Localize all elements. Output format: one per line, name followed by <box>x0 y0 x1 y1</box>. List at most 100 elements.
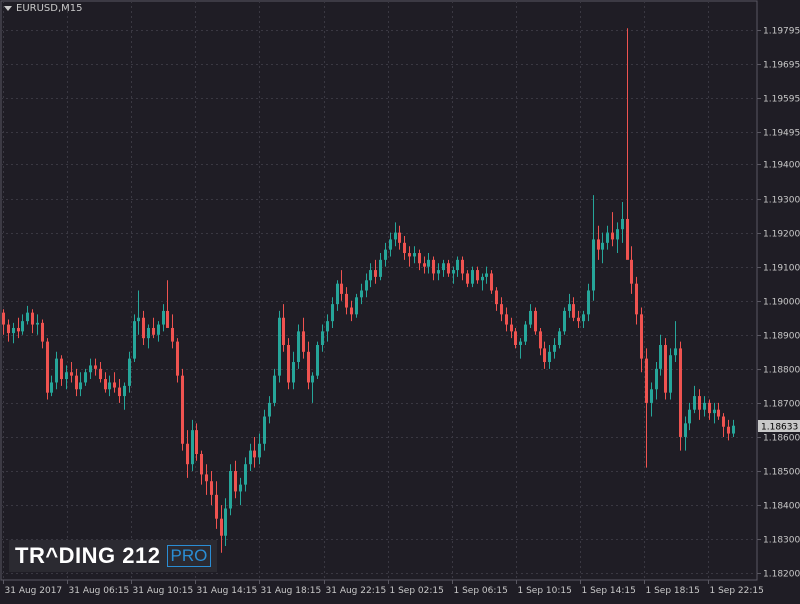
x-tick-label: 1 Sep 02:15 <box>390 586 444 596</box>
candle-body <box>46 341 49 393</box>
candle-body <box>664 344 667 393</box>
candle-body <box>336 283 339 305</box>
candle-body <box>123 385 126 397</box>
candle-body <box>224 508 227 536</box>
candle-body <box>437 270 440 274</box>
candle-body <box>350 307 353 315</box>
candle-body <box>340 283 343 294</box>
candle-body <box>147 327 150 339</box>
y-tick-label: 1.19695 <box>763 61 800 71</box>
logo-brand: TR^DING 212 <box>15 543 161 568</box>
candle-body <box>287 344 290 383</box>
candle-body <box>128 358 131 386</box>
candle-body <box>41 322 44 342</box>
candle-body <box>408 253 411 257</box>
candle-body <box>321 331 324 345</box>
candle-body <box>253 450 256 458</box>
candle-body <box>99 368 102 380</box>
candle-body <box>524 324 527 342</box>
y-tick-label: 1.19400 <box>763 161 800 171</box>
candle-body <box>398 232 401 243</box>
candle-body <box>534 310 537 332</box>
candle-body <box>698 396 701 410</box>
candle-body <box>369 270 372 281</box>
y-tick-label: 1.18200 <box>763 570 800 580</box>
candle-body <box>722 416 725 427</box>
candle-body <box>548 351 551 363</box>
candle-body <box>626 218 629 260</box>
candle-body <box>423 263 426 267</box>
candle-body <box>563 310 566 332</box>
candle-body <box>606 232 609 243</box>
candle-body <box>210 481 213 495</box>
candle-body <box>374 270 377 277</box>
chart-canvas[interactable]: 1.19795 1.19695 1.19595 1.19495 1.19400 1.193… <box>0 0 800 600</box>
candle-body <box>181 375 184 444</box>
candle-body <box>481 276 484 281</box>
candle-body <box>514 331 517 345</box>
candle-body <box>485 273 488 277</box>
candle-body <box>640 314 643 359</box>
candle-body <box>79 382 82 390</box>
candle-body <box>558 331 561 345</box>
candle-body <box>195 430 198 454</box>
candle-body <box>292 362 295 383</box>
candle-body <box>26 312 29 322</box>
candle-body <box>200 453 203 475</box>
candle-body <box>587 290 590 315</box>
y-tick-label: 1.19595 <box>763 95 800 105</box>
candle-body <box>50 382 53 393</box>
candle-body <box>113 382 116 388</box>
candle-body <box>572 304 575 318</box>
candle-body <box>258 443 261 458</box>
y-tick-label: 1.19300 <box>763 196 800 206</box>
candle-body <box>152 327 155 335</box>
candle-body <box>365 280 368 291</box>
candle-body <box>592 239 595 291</box>
x-tick-label: 31 Aug 10:15 <box>133 586 194 596</box>
candle-body <box>12 327 15 334</box>
symbol-label[interactable]: EURUSD,M15 <box>4 3 82 14</box>
candle-body <box>191 430 194 465</box>
dropdown-arrow-icon[interactable] <box>4 6 12 11</box>
y-tick-label: 1.18900 <box>763 332 800 342</box>
candle-body <box>611 232 614 240</box>
candle-body <box>70 372 73 376</box>
candle-body <box>708 402 711 414</box>
y-tick-label: 1.19495 <box>763 129 800 139</box>
y-tick-label: 1.18400 <box>763 502 800 512</box>
candle-body <box>36 322 39 325</box>
candle-body <box>568 304 571 311</box>
candle-body <box>108 382 111 390</box>
y-tick-label: 1.19200 <box>763 230 800 240</box>
candle-body <box>389 239 392 250</box>
candle-body <box>693 396 696 410</box>
candle-body <box>142 317 145 339</box>
candle-body <box>118 387 121 397</box>
candle-body <box>645 358 648 403</box>
candle-body <box>732 425 735 434</box>
candle-body <box>456 259 459 271</box>
candle-body <box>616 229 619 240</box>
price-chart[interactable]: 1.19795 1.19695 1.19595 1.19495 1.19400 1.193… <box>0 0 800 600</box>
candle-body <box>621 218 624 230</box>
candle-body <box>239 484 242 492</box>
candle-body <box>597 239 600 250</box>
candle-body <box>244 464 247 485</box>
candle-body <box>413 253 416 257</box>
candle-body <box>297 331 300 363</box>
x-tick-label: 1 Sep 22:15 <box>710 586 764 596</box>
y-tick-label: 1.18500 <box>763 468 800 478</box>
candle-body <box>684 423 687 437</box>
x-tick-label: 1 Sep 14:15 <box>582 586 636 596</box>
candle-body <box>326 321 329 332</box>
candle-body <box>55 358 58 383</box>
candle-body <box>249 450 252 465</box>
candle-body <box>21 321 24 332</box>
candle-body <box>713 409 716 414</box>
candle-body <box>510 324 513 332</box>
candle-body <box>519 341 522 345</box>
candle-body <box>176 341 179 376</box>
candle-body <box>162 310 165 325</box>
candle-body <box>452 270 455 274</box>
